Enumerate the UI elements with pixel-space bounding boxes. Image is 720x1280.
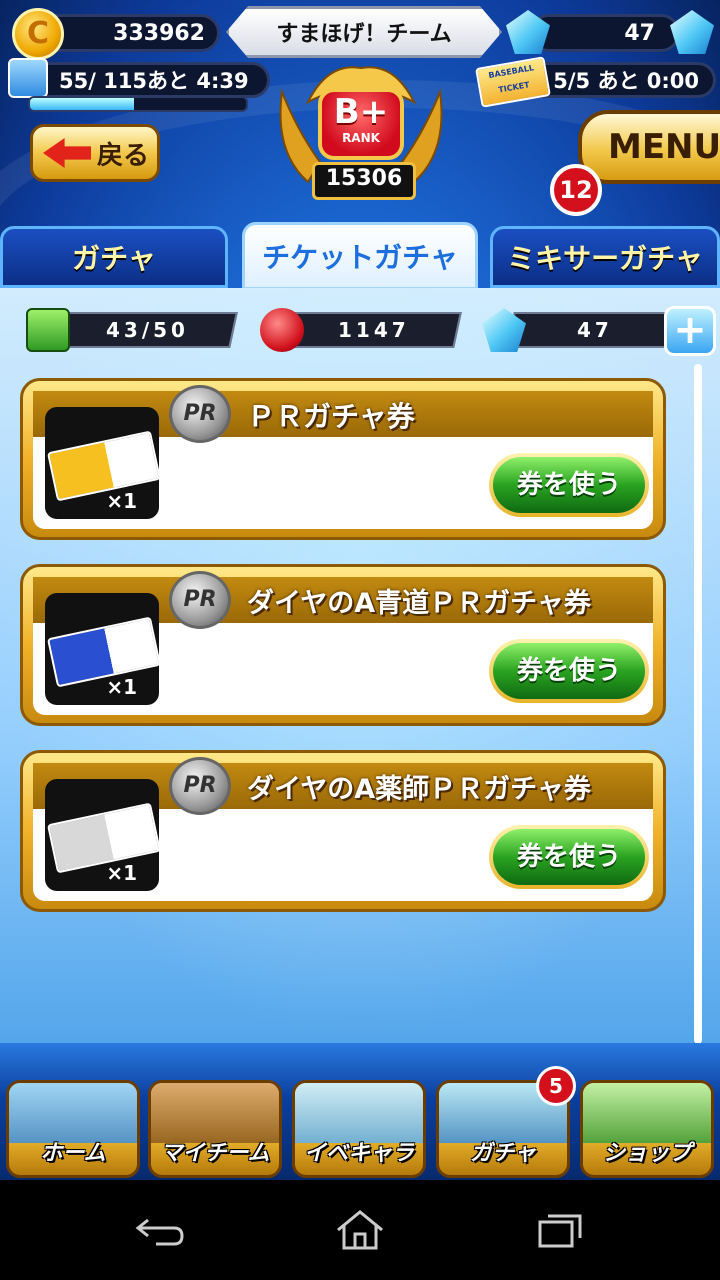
home-icon[interactable]	[330, 1206, 390, 1254]
pr-medal-icon: PR	[169, 571, 231, 629]
rank-letter: B+	[333, 92, 389, 132]
diamond-value: 47	[624, 20, 655, 46]
rank-score: 15306	[312, 162, 416, 200]
gacha-ticket-card: PR ダイヤのA青道ＰＲガチャ券 ×1 券を使う	[20, 564, 666, 726]
stamina-counter: 55/ 115あと 4:39	[22, 62, 270, 98]
team-name-plate: すまほげ！チーム	[226, 6, 502, 58]
nav-label: ホーム	[40, 1141, 106, 1166]
tab-gacha[interactable]: ガチャ	[0, 226, 228, 288]
event-character-icon	[295, 1083, 423, 1143]
nav-label: ショップ	[602, 1141, 691, 1166]
use-ticket-label: 券を使う	[493, 643, 645, 699]
arrow-left-icon	[43, 138, 91, 168]
player-icon	[8, 58, 48, 98]
back-icon[interactable]	[130, 1206, 190, 1254]
pr-medal-icon: PR	[169, 757, 231, 815]
ticket-count: ×1	[106, 861, 137, 885]
gacha-ticket-title: ダイヤのA青道ＰＲガチャ券	[247, 588, 591, 619]
nav-event-characters[interactable]: イベキャラ	[292, 1080, 426, 1178]
coin-icon: C	[12, 8, 64, 60]
diamond-icon	[670, 10, 714, 54]
tab-ticket-gacha[interactable]: チケットガチャ	[242, 222, 478, 290]
diamond-balance-value: 47	[577, 318, 613, 342]
gacha-ticket-title: ダイヤのA薬師ＰＲガチャ券	[247, 774, 591, 805]
add-diamonds-button[interactable]: +	[664, 306, 716, 356]
stamina-fill	[30, 98, 134, 110]
rank-label: RANK	[342, 131, 380, 145]
use-ticket-button[interactable]: 券を使う	[489, 825, 649, 889]
use-ticket-label: 券を使う	[493, 457, 645, 513]
use-ticket-button[interactable]: 券を使う	[489, 453, 649, 517]
nav-label: イベキャラ	[303, 1141, 414, 1166]
nav-shop[interactable]: ショップ	[580, 1080, 714, 1178]
home-notebook-icon	[9, 1083, 137, 1143]
back-label: 戻る	[97, 140, 150, 171]
menu-button[interactable]: MENU	[578, 110, 720, 184]
tab-label: ミキサーガチャ	[507, 242, 703, 275]
stamina-text: 55/ 115あと 4:39	[59, 69, 249, 93]
scrollbar[interactable]	[694, 364, 702, 1044]
team-name: すまほげ！チーム	[276, 22, 452, 47]
ticket-icon-text: BASEBALL TICKET	[487, 63, 535, 95]
use-ticket-label: 券を使う	[493, 829, 645, 885]
gacha-ticket-title: ＰＲガチャ券	[247, 400, 415, 433]
gacha-ticket-icon	[46, 616, 162, 688]
baseball-ticket-icon: BASEBALL TICKET	[475, 56, 551, 108]
menu-notification-badge: 12	[550, 164, 602, 216]
gacha-ticket-icon	[46, 430, 162, 502]
pr-text: PR	[183, 773, 217, 798]
coin-value: 333962	[113, 20, 205, 46]
gacha-ticket-icon	[46, 802, 162, 874]
red-ball-icon	[260, 308, 304, 352]
gacha-ticket-card: PR ダイヤのA薬師ＰＲガチャ券 ×1 券を使う	[20, 750, 666, 912]
nav-home[interactable]: ホーム	[6, 1080, 140, 1178]
ticket-thumbnail: ×1	[45, 779, 162, 891]
tab-mixer-gacha[interactable]: ミキサーガチャ	[490, 226, 720, 288]
nav-label: ガチャ	[470, 1141, 536, 1166]
recent-apps-icon[interactable]	[530, 1206, 590, 1254]
stamina-bar	[28, 96, 248, 112]
ticket-count: ×1	[106, 489, 137, 513]
shop-store-icon	[583, 1083, 711, 1143]
team-players-icon	[151, 1083, 279, 1143]
pr-text: PR	[183, 401, 217, 426]
rank-badge: B+ RANK	[318, 88, 404, 160]
pr-text: PR	[183, 587, 217, 612]
nav-label: マイチーム	[160, 1141, 270, 1166]
back-button[interactable]: 戻る	[30, 124, 160, 182]
diamond-counter: 47	[530, 14, 680, 52]
gacha-notification-badge: 5	[536, 1066, 576, 1106]
chest-value: 43/50	[105, 318, 189, 342]
red-ball-counter: 1147	[286, 312, 462, 348]
menu-label: MENU	[608, 127, 720, 167]
tab-label: チケットガチャ	[262, 241, 458, 274]
nav-my-team[interactable]: マイチーム	[148, 1080, 282, 1178]
use-ticket-button[interactable]: 券を使う	[489, 639, 649, 703]
ticket-text: 5/5 あと 0:00	[553, 69, 699, 93]
gacha-ticket-card: PR ＰＲガチャ券 ×1 券を使う	[20, 378, 666, 540]
treasure-chest-icon	[26, 308, 70, 352]
ticket-thumbnail: ×1	[45, 593, 162, 705]
pr-medal-icon: PR	[169, 385, 231, 443]
chest-counter: 43/50	[56, 312, 238, 348]
ticket-thumbnail: ×1	[45, 407, 162, 519]
tab-label: ガチャ	[72, 242, 156, 275]
red-ball-value: 1147	[338, 318, 410, 342]
ticket-count: ×1	[106, 675, 137, 699]
diamond-balance: 47	[506, 312, 684, 348]
